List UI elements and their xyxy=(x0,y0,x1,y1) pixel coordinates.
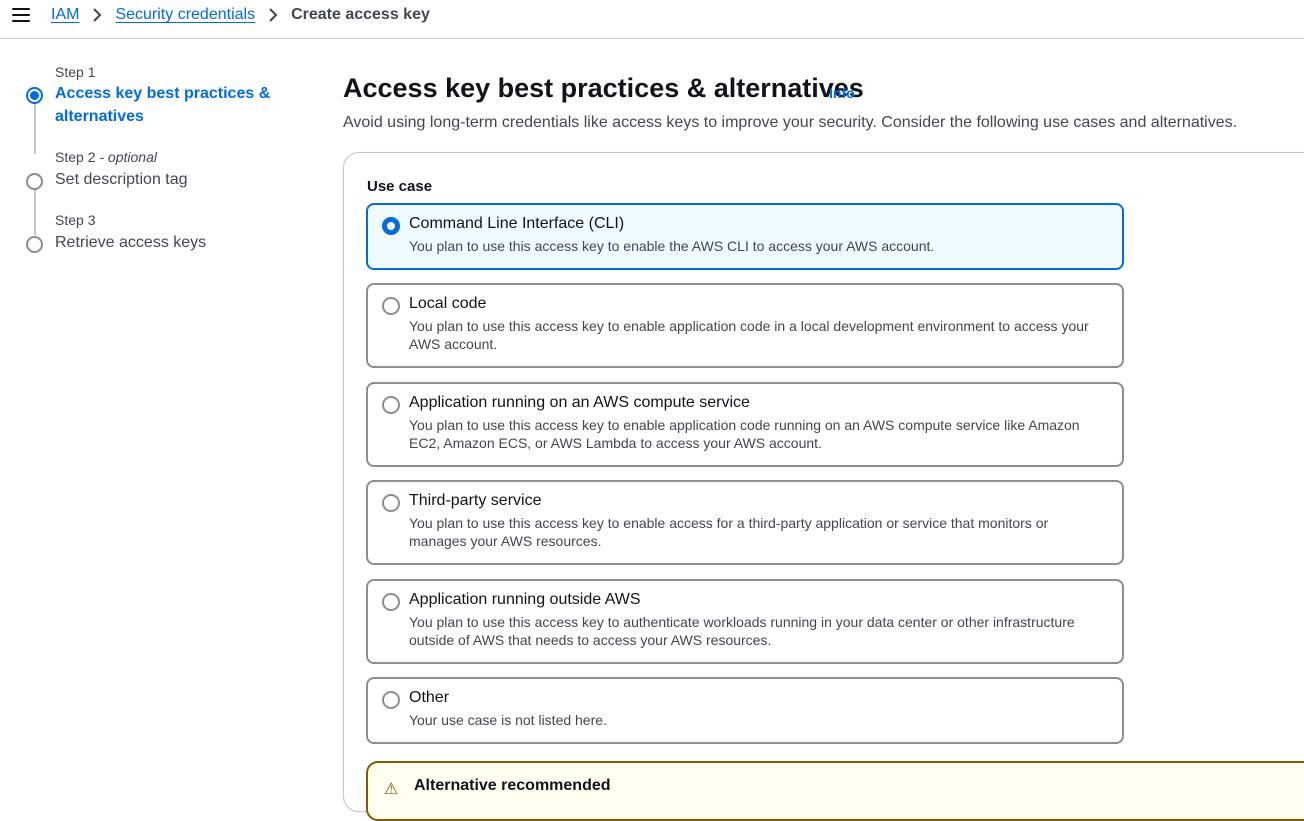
breadcrumb-security-credentials-link[interactable]: Security credentials xyxy=(115,6,255,24)
alternative-recommended-alert: ⚠ Alternative recommended xyxy=(366,761,1304,821)
breadcrumb-current: Create access key xyxy=(291,6,430,23)
option-title: Third-party service xyxy=(409,492,542,509)
info-link[interactable]: Info xyxy=(829,85,855,101)
step-1-title[interactable]: Access key best practices & alternatives xyxy=(55,82,285,128)
page-title: Access key best practices & alternatives xyxy=(343,73,864,103)
step-2-label: Step 2 - optional xyxy=(55,149,157,165)
step-2-title: Set description tag xyxy=(55,171,188,188)
step-1-indicator-icon xyxy=(26,87,43,104)
radio-button[interactable] xyxy=(382,297,400,315)
step-1-label: Step 1 xyxy=(55,64,96,80)
option-title: Command Line Interface (CLI) xyxy=(409,215,625,232)
page-description: Avoid using long-term credentials like a… xyxy=(343,114,1238,131)
use-case-option-outside-aws[interactable]: Application running outside AWS You plan… xyxy=(366,579,1124,664)
radio-button[interactable] xyxy=(382,396,400,414)
use-case-option-aws-compute[interactable]: Application running on an AWS compute se… xyxy=(366,382,1124,467)
option-description: Your use case is not listed here. xyxy=(409,712,607,728)
option-title: Application running on an AWS compute se… xyxy=(409,394,750,411)
chevron-right-icon xyxy=(255,6,291,24)
warning-icon: ⚠ xyxy=(384,781,399,798)
alert-title: Alternative recommended xyxy=(414,777,611,794)
use-case-label: Use case xyxy=(367,178,433,195)
step-3-indicator-icon xyxy=(26,236,43,253)
option-title: Local code xyxy=(409,295,487,312)
breadcrumb: IAM Security credentials Create access k… xyxy=(51,5,430,25)
step-connector xyxy=(34,104,36,154)
radio-button[interactable] xyxy=(382,494,400,512)
option-description: You plan to use this access key to enabl… xyxy=(409,417,1080,451)
step-connector xyxy=(34,189,36,235)
use-case-option-cli[interactable]: Command Line Interface (CLI) You plan to… xyxy=(366,203,1124,270)
chevron-right-icon xyxy=(79,6,115,24)
use-case-option-third-party[interactable]: Third-party service You plan to use this… xyxy=(366,480,1124,565)
use-case-option-other[interactable]: Other Your use case is not listed here. xyxy=(366,677,1124,744)
option-title: Other xyxy=(409,689,450,706)
option-description: You plan to use this access key to authe… xyxy=(409,614,1075,648)
option-title: Application running outside AWS xyxy=(409,591,641,608)
breadcrumb-iam-link[interactable]: IAM xyxy=(51,6,79,24)
radio-button[interactable] xyxy=(382,691,400,709)
step-3-label: Step 3 xyxy=(55,212,96,228)
option-description: You plan to use this access key to enabl… xyxy=(409,318,1089,352)
radio-button[interactable] xyxy=(382,217,400,235)
radio-button[interactable] xyxy=(382,593,400,611)
option-description: You plan to use this access key to enabl… xyxy=(409,238,935,254)
option-description: You plan to use this access key to enabl… xyxy=(409,515,1049,549)
menu-icon[interactable] xyxy=(12,7,30,23)
step-3-title: Retrieve access keys xyxy=(55,234,207,251)
step-2-indicator-icon xyxy=(26,173,43,190)
top-navigation-bar: IAM Security credentials Create access k… xyxy=(0,0,1304,39)
use-case-option-local-code[interactable]: Local code You plan to use this access k… xyxy=(366,283,1124,368)
